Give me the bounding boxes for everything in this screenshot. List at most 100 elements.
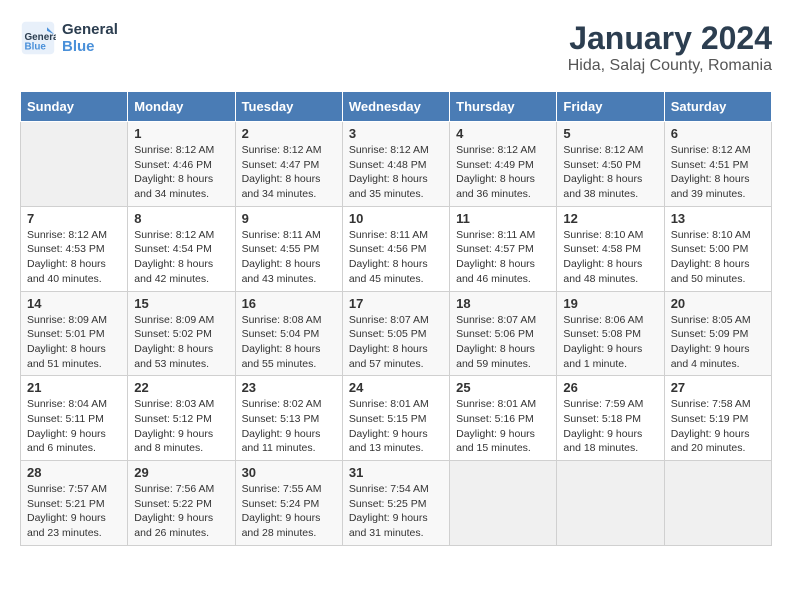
calendar-cell: 28Sunrise: 7:57 AM Sunset: 5:21 PM Dayli… — [21, 461, 128, 546]
calendar-cell: 17 Sunrise: 8:07 AM Sunset: 5:05 PM Dayli… — [342, 291, 449, 376]
cell-info: Sunrise: 8:07 AM Sunset: 5:06 PM Dayligh… — [456, 313, 550, 372]
cell-info: Sunrise: 8:10 AM Sunset: 4:58 PM Dayligh… — [563, 228, 657, 287]
cell-info: Sunrise: 8:12 AM Sunset: 4:47 PM Dayligh… — [242, 143, 336, 202]
logo: General Blue General Blue — [20, 20, 118, 56]
cell-info: Sunrise: 8:08 AM Sunset: 5:04 PM Dayligh… — [242, 313, 336, 372]
title-block: January 2024 Hida, Salaj County, Romania — [568, 20, 772, 75]
day-number: 15 — [134, 296, 228, 311]
calendar-cell: 29Sunrise: 7:56 AM Sunset: 5:22 PM Dayli… — [128, 461, 235, 546]
calendar-cell: 14 Sunrise: 8:09 AM Sunset: 5:01 PM Dayli… — [21, 291, 128, 376]
day-number: 6 — [671, 126, 765, 141]
calendar-cell: 27 Sunrise: 7:58 AM Sunset: 5:19 PM Dayli… — [664, 376, 771, 461]
cell-info: Sunrise: 8:01 AM Sunset: 5:15 PM Dayligh… — [349, 397, 443, 456]
cell-info: Sunrise: 8:12 AM Sunset: 4:50 PM Dayligh… — [563, 143, 657, 202]
calendar-cell: 6 Sunrise: 8:12 AM Sunset: 4:51 PM Daylig… — [664, 122, 771, 207]
cell-info: Sunrise: 8:12 AM Sunset: 4:49 PM Dayligh… — [456, 143, 550, 202]
cell-info: Sunrise: 8:11 AM Sunset: 4:56 PM Dayligh… — [349, 228, 443, 287]
col-header-thursday: Thursday — [450, 92, 557, 122]
calendar-cell: 21 Sunrise: 8:04 AM Sunset: 5:11 PM Dayli… — [21, 376, 128, 461]
calendar-cell: 18 Sunrise: 8:07 AM Sunset: 5:06 PM Dayli… — [450, 291, 557, 376]
day-number: 3 — [349, 126, 443, 141]
calendar-cell: 2Sunrise: 8:12 AM Sunset: 4:47 PM Daylig… — [235, 122, 342, 207]
day-number: 21 — [27, 380, 121, 395]
col-header-friday: Friday — [557, 92, 664, 122]
col-header-wednesday: Wednesday — [342, 92, 449, 122]
week-row-1: 1 Sunrise: 8:12 AM Sunset: 4:46 PM Daylig… — [21, 122, 772, 207]
day-number: 7 — [27, 211, 121, 226]
day-number: 20 — [671, 296, 765, 311]
day-number: 14 — [27, 296, 121, 311]
calendar-cell — [450, 461, 557, 546]
day-number: 28 — [27, 465, 121, 480]
calendar-title: January 2024 — [568, 20, 772, 57]
calendar-cell: 4 Sunrise: 8:12 AM Sunset: 4:49 PM Daylig… — [450, 122, 557, 207]
week-row-4: 21 Sunrise: 8:04 AM Sunset: 5:11 PM Dayli… — [21, 376, 772, 461]
calendar-cell: 5 Sunrise: 8:12 AM Sunset: 4:50 PM Daylig… — [557, 122, 664, 207]
cell-info: Sunrise: 8:12 AM Sunset: 4:51 PM Dayligh… — [671, 143, 765, 202]
day-number: 1 — [134, 126, 228, 141]
calendar-cell — [21, 122, 128, 207]
calendar-subtitle: Hida, Salaj County, Romania — [568, 57, 772, 75]
cell-info: Sunrise: 7:56 AM Sunset: 5:22 PM Dayligh… — [134, 482, 228, 541]
cell-info: Sunrise: 8:06 AM Sunset: 5:08 PM Dayligh… — [563, 313, 657, 372]
day-number: 10 — [349, 211, 443, 226]
cell-info: Sunrise: 8:12 AM Sunset: 4:54 PM Dayligh… — [134, 228, 228, 287]
calendar-table: SundayMondayTuesdayWednesdayThursdayFrid… — [20, 91, 772, 546]
cell-info: Sunrise: 8:12 AM Sunset: 4:48 PM Dayligh… — [349, 143, 443, 202]
col-header-sunday: Sunday — [21, 92, 128, 122]
calendar-cell: 26Sunrise: 7:59 AM Sunset: 5:18 PM Dayli… — [557, 376, 664, 461]
day-number: 18 — [456, 296, 550, 311]
cell-info: Sunrise: 8:10 AM Sunset: 5:00 PM Dayligh… — [671, 228, 765, 287]
calendar-cell: 24 Sunrise: 8:01 AM Sunset: 5:15 PM Dayli… — [342, 376, 449, 461]
day-number: 12 — [563, 211, 657, 226]
col-header-tuesday: Tuesday — [235, 92, 342, 122]
cell-info: Sunrise: 8:11 AM Sunset: 4:57 PM Dayligh… — [456, 228, 550, 287]
cell-info: Sunrise: 7:55 AM Sunset: 5:24 PM Dayligh… — [242, 482, 336, 541]
week-row-5: 28Sunrise: 7:57 AM Sunset: 5:21 PM Dayli… — [21, 461, 772, 546]
calendar-cell: 31Sunrise: 7:54 AM Sunset: 5:25 PM Dayli… — [342, 461, 449, 546]
day-number: 4 — [456, 126, 550, 141]
calendar-cell: 15 Sunrise: 8:09 AM Sunset: 5:02 PM Dayli… — [128, 291, 235, 376]
day-number: 30 — [242, 465, 336, 480]
cell-info: Sunrise: 7:58 AM Sunset: 5:19 PM Dayligh… — [671, 397, 765, 456]
day-number: 17 — [349, 296, 443, 311]
calendar-cell: 11 Sunrise: 8:11 AM Sunset: 4:57 PM Dayli… — [450, 206, 557, 291]
calendar-cell: 25 Sunrise: 8:01 AM Sunset: 5:16 PM Dayli… — [450, 376, 557, 461]
cell-info: Sunrise: 7:54 AM Sunset: 5:25 PM Dayligh… — [349, 482, 443, 541]
calendar-cell: 23Sunrise: 8:02 AM Sunset: 5:13 PM Dayli… — [235, 376, 342, 461]
col-header-saturday: Saturday — [664, 92, 771, 122]
calendar-cell: 20Sunrise: 8:05 AM Sunset: 5:09 PM Dayli… — [664, 291, 771, 376]
calendar-cell: 19 Sunrise: 8:06 AM Sunset: 5:08 PM Dayli… — [557, 291, 664, 376]
cell-info: Sunrise: 7:59 AM Sunset: 5:18 PM Dayligh… — [563, 397, 657, 456]
cell-info: Sunrise: 8:03 AM Sunset: 5:12 PM Dayligh… — [134, 397, 228, 456]
calendar-cell: 13 Sunrise: 8:10 AM Sunset: 5:00 PM Dayli… — [664, 206, 771, 291]
calendar-cell: 16Sunrise: 8:08 AM Sunset: 5:04 PM Dayli… — [235, 291, 342, 376]
calendar-cell: 7 Sunrise: 8:12 AM Sunset: 4:53 PM Daylig… — [21, 206, 128, 291]
calendar-cell — [557, 461, 664, 546]
cell-info: Sunrise: 8:11 AM Sunset: 4:55 PM Dayligh… — [242, 228, 336, 287]
cell-info: Sunrise: 8:01 AM Sunset: 5:16 PM Dayligh… — [456, 397, 550, 456]
day-number: 22 — [134, 380, 228, 395]
day-number: 13 — [671, 211, 765, 226]
col-header-monday: Monday — [128, 92, 235, 122]
calendar-cell — [664, 461, 771, 546]
cell-info: Sunrise: 8:09 AM Sunset: 5:01 PM Dayligh… — [27, 313, 121, 372]
cell-info: Sunrise: 8:07 AM Sunset: 5:05 PM Dayligh… — [349, 313, 443, 372]
cell-info: Sunrise: 8:09 AM Sunset: 5:02 PM Dayligh… — [134, 313, 228, 372]
cell-info: Sunrise: 8:04 AM Sunset: 5:11 PM Dayligh… — [27, 397, 121, 456]
calendar-cell: 10 Sunrise: 8:11 AM Sunset: 4:56 PM Dayli… — [342, 206, 449, 291]
calendar-cell: 1 Sunrise: 8:12 AM Sunset: 4:46 PM Daylig… — [128, 122, 235, 207]
logo-icon: General Blue — [20, 20, 56, 56]
day-number: 5 — [563, 126, 657, 141]
svg-text:Blue: Blue — [25, 42, 47, 53]
page-header: General Blue General Blue January 2024 H… — [20, 20, 772, 75]
calendar-cell: 3 Sunrise: 8:12 AM Sunset: 4:48 PM Daylig… — [342, 122, 449, 207]
day-number: 25 — [456, 380, 550, 395]
day-number: 11 — [456, 211, 550, 226]
cell-info: Sunrise: 8:12 AM Sunset: 4:53 PM Dayligh… — [27, 228, 121, 287]
day-number: 19 — [563, 296, 657, 311]
day-number: 24 — [349, 380, 443, 395]
day-number: 27 — [671, 380, 765, 395]
cell-info: Sunrise: 8:12 AM Sunset: 4:46 PM Dayligh… — [134, 143, 228, 202]
calendar-cell: 30 Sunrise: 7:55 AM Sunset: 5:24 PM Dayli… — [235, 461, 342, 546]
